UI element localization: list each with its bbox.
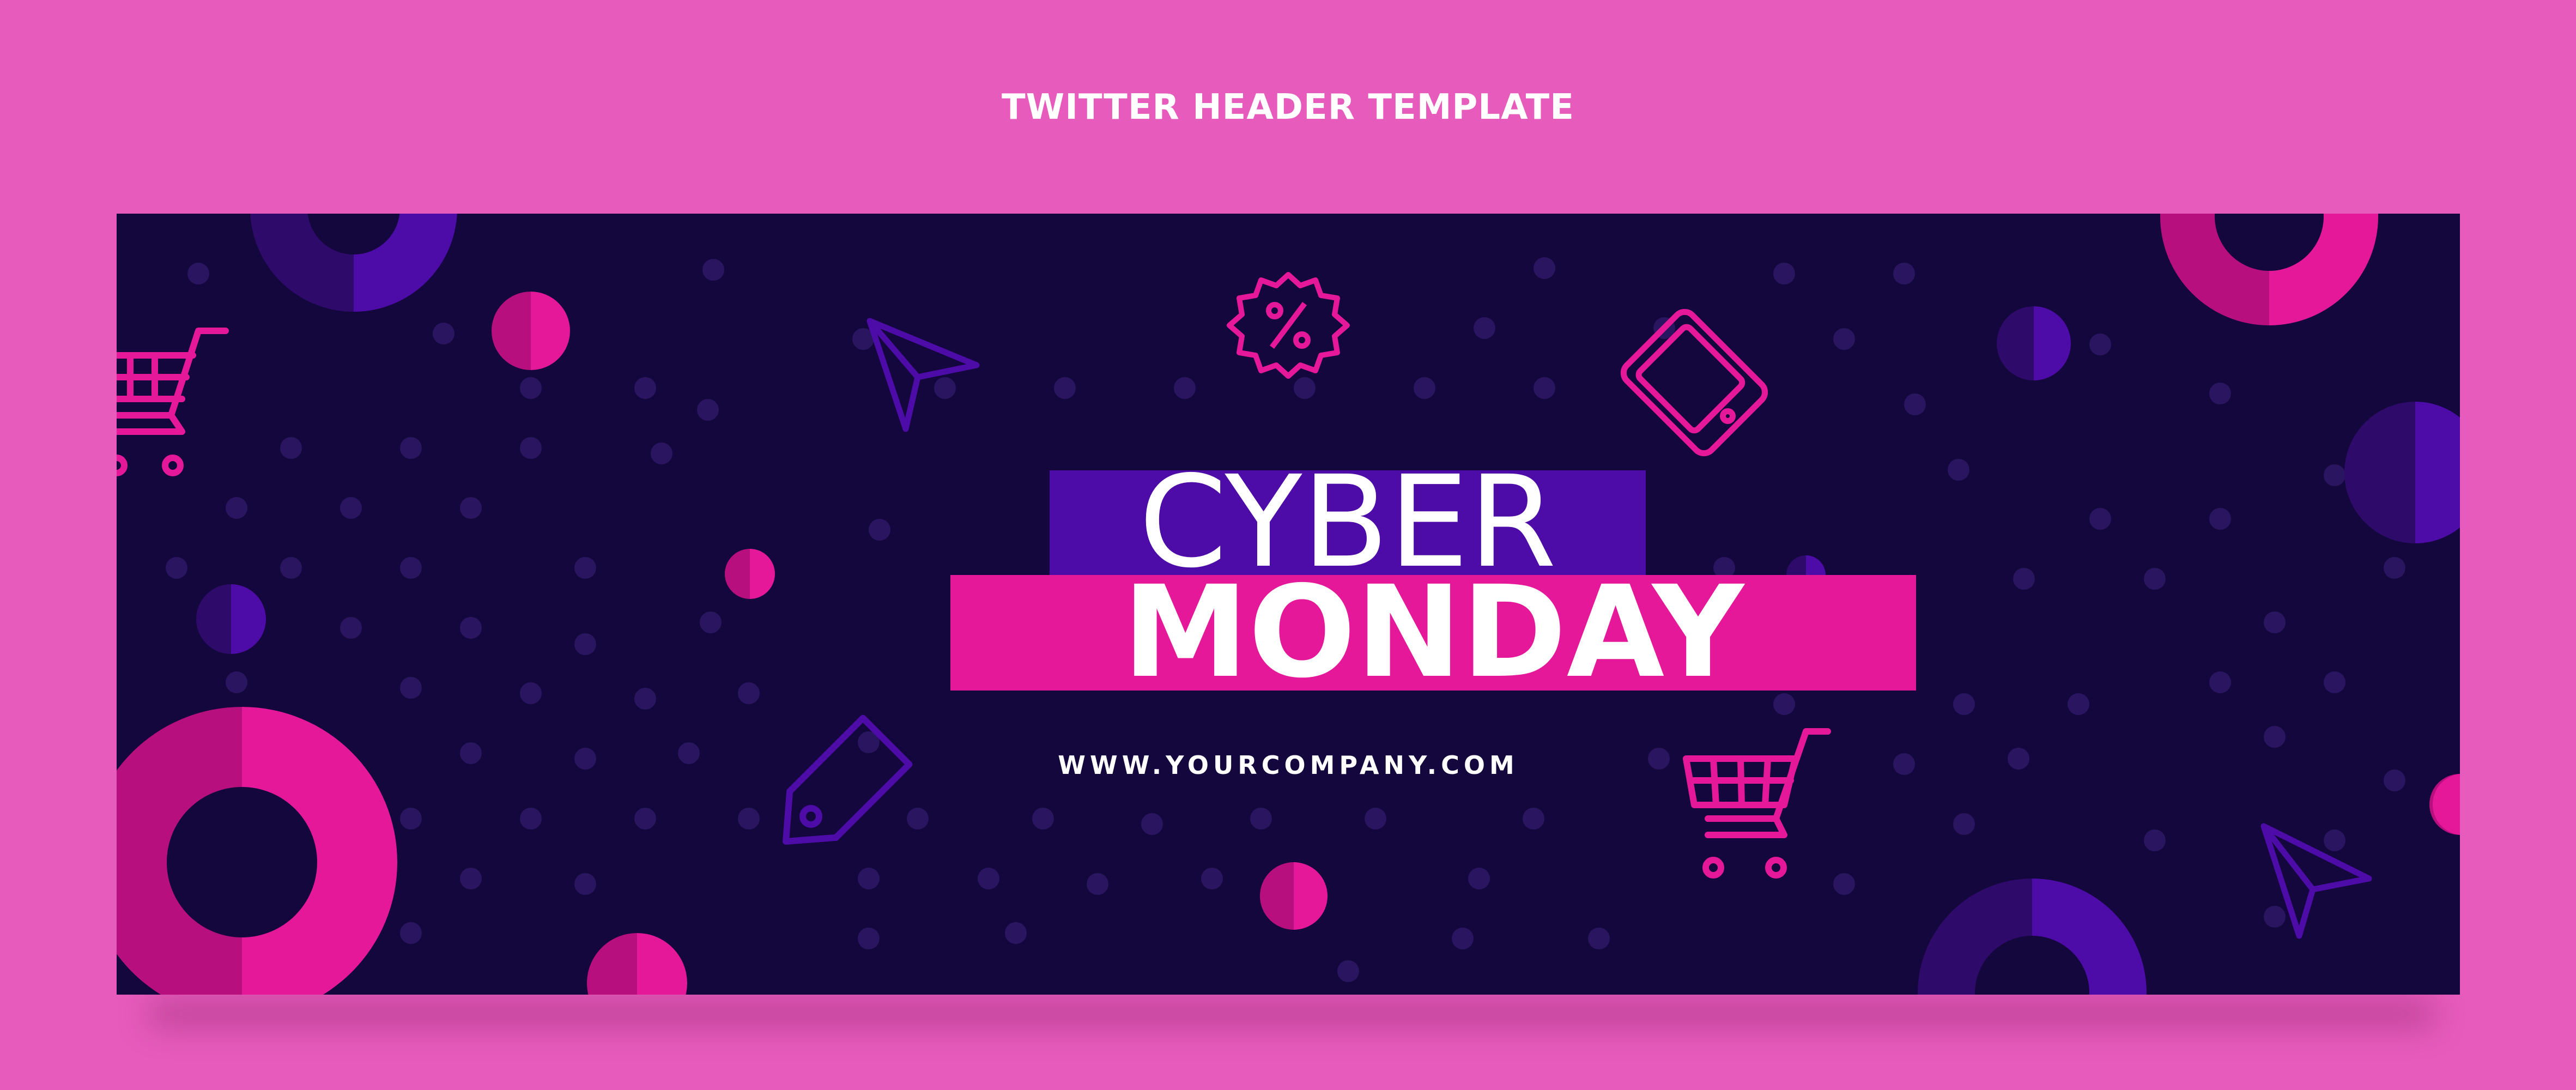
headline-monday: MONDAY [1122, 559, 1744, 706]
banner-shadow [147, 1000, 2436, 1027]
template-title: TWITTER HEADER TEMPLATE [1001, 87, 1575, 128]
website-url: WWW.YOURCOMPANY.COM [1058, 750, 1519, 780]
header-banner: CYBER MONDAY WWW.YOURCOMPANY.COM [117, 214, 2460, 995]
headline-group: CYBER MONDAY WWW.YOURCOMPANY.COM [117, 214, 2460, 995]
